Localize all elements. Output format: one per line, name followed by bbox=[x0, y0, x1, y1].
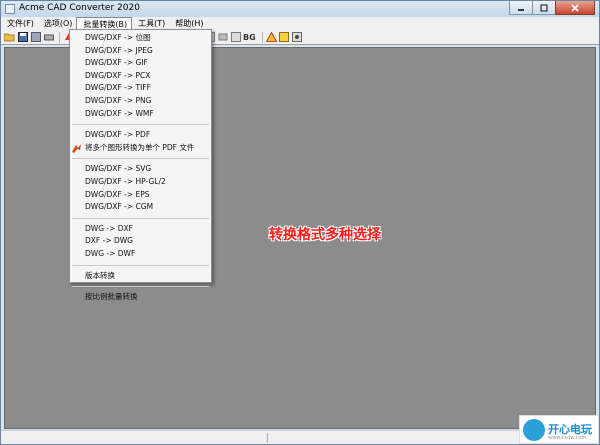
app-window: Acme CAD Converter 2020 文件(F) 选项(O) 批量转换… bbox=[0, 0, 600, 445]
watermark-logo: 开心电玩 www.kxdw.com bbox=[519, 415, 599, 444]
menu-option-wmf[interactable]: DWG/DXF -> WMF bbox=[70, 108, 211, 121]
menu-option-png[interactable]: DWG/DXF -> PNG bbox=[70, 95, 211, 108]
app-icon bbox=[5, 4, 15, 14]
menu-separator bbox=[72, 286, 209, 288]
window-controls bbox=[509, 1, 595, 16]
menu-option-scale-convert[interactable]: 按比例批量转换 bbox=[70, 291, 211, 304]
minimize-button[interactable] bbox=[509, 1, 533, 15]
close-button[interactable] bbox=[555, 1, 595, 15]
status-separator bbox=[267, 433, 268, 443]
home-icon[interactable] bbox=[279, 32, 290, 43]
menu-separator bbox=[72, 264, 209, 266]
menu-option-multi-pdf[interactable]: 将多个图形转换为单个 PDF 文件 bbox=[70, 142, 211, 155]
menu-separator bbox=[72, 217, 209, 219]
menu-option-dwg-to-dxf[interactable]: DWG -> DXF bbox=[70, 223, 211, 236]
menu-option-tiff[interactable]: DWG/DXF -> TIFF bbox=[70, 82, 211, 95]
menu-option-cgm[interactable]: DWG/DXF -> CGM bbox=[70, 201, 211, 214]
maximize-icon bbox=[540, 3, 548, 12]
background-toggle-button[interactable]: BG bbox=[243, 33, 256, 42]
watermark-url: www.kxdw.com bbox=[548, 435, 587, 441]
maximize-button[interactable] bbox=[532, 1, 556, 15]
menu-option-pdf[interactable]: DWG/DXF -> PDF bbox=[70, 129, 211, 142]
save-as-icon[interactable] bbox=[30, 32, 41, 43]
title-bar: Acme CAD Converter 2020 bbox=[1, 1, 599, 17]
menu-option-svg[interactable]: DWG/DXF -> SVG bbox=[70, 163, 211, 176]
menu-option-version-convert[interactable]: 版本转换 bbox=[70, 270, 211, 283]
menu-option-dwg-to-dwf[interactable]: DWG -> DWF bbox=[70, 248, 211, 261]
menu-option-jpeg[interactable]: DWG/DXF -> JPEG bbox=[70, 45, 211, 58]
save-icon[interactable] bbox=[17, 32, 28, 43]
toolbar-separator bbox=[261, 31, 263, 43]
batch-convert-menu: DWG/DXF -> 位图 DWG/DXF -> JPEG DWG/DXF ->… bbox=[69, 29, 212, 301]
warning-icon[interactable] bbox=[265, 32, 277, 43]
menu-option-gif[interactable]: DWG/DXF -> GIF bbox=[70, 57, 211, 70]
pdf-convert-icon bbox=[72, 143, 81, 153]
toolbar-separator bbox=[59, 31, 60, 43]
menu-option-pcx[interactable]: DWG/DXF -> PCX bbox=[70, 70, 211, 83]
minimize-icon bbox=[518, 8, 524, 11]
mascot-icon bbox=[523, 419, 545, 441]
print-icon[interactable] bbox=[43, 32, 54, 43]
grid-icon[interactable] bbox=[230, 32, 241, 43]
menu-option-label: 将多个图形转换为单个 PDF 文件 bbox=[85, 142, 195, 152]
menu-separator bbox=[72, 158, 209, 160]
menu-option-bitmap[interactable]: DWG/DXF -> 位图 bbox=[70, 32, 211, 45]
status-bar bbox=[1, 430, 599, 444]
open-folder-icon[interactable] bbox=[4, 32, 15, 43]
window-title: Acme CAD Converter 2020 bbox=[19, 3, 140, 13]
menu-option-dxf-to-dwg[interactable]: DXF -> DWG bbox=[70, 235, 211, 248]
overlay-caption: 转换格式多种选择 bbox=[269, 227, 381, 243]
info-icon[interactable] bbox=[292, 32, 303, 43]
menu-option-hpgl2[interactable]: DWG/DXF -> HP-GL/2 bbox=[70, 176, 211, 189]
menu-option-eps[interactable]: DWG/DXF -> EPS bbox=[70, 189, 211, 202]
menu-separator bbox=[72, 124, 209, 126]
layers-icon[interactable] bbox=[217, 32, 228, 43]
menu-file[interactable]: 文件(F) bbox=[1, 17, 38, 30]
close-icon bbox=[571, 3, 579, 12]
